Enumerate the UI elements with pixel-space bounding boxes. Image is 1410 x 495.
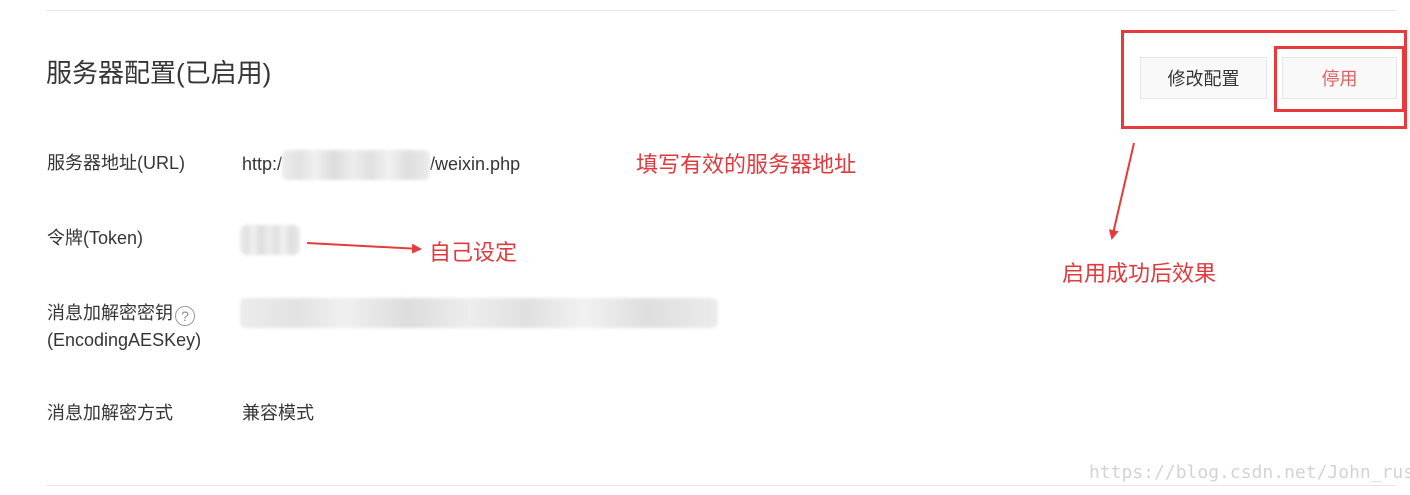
aes-key-label-line2: (EncodingAESKey): [47, 330, 202, 350]
enabled-annotation: 启用成功后效果: [1062, 262, 1217, 287]
token-annotation: 自己设定: [429, 241, 518, 266]
aes-key-label-line1: 消息加解密密钥?: [47, 300, 195, 326]
aes-key-label-text: 消息加解密密钥: [47, 303, 173, 323]
encrypt-mode-label: 消息加解密方式: [47, 403, 173, 423]
aes-key-value: [240, 298, 718, 328]
url-redacted-blur: [282, 150, 431, 180]
server-config-page: 服务器配置(已启用) 修改配置 停用 服务器地址(URL) http://wei…: [0, 0, 1410, 495]
token-arrow: [306, 242, 422, 254]
token-value: [240, 225, 300, 255]
token-label: 令牌(Token): [47, 228, 144, 248]
url-value-prefix: http:/: [242, 153, 283, 174]
aes-key-redacted-blur: [240, 298, 718, 328]
url-value-suffix: /weixin.php: [430, 153, 521, 174]
enabled-arrow: [1108, 142, 1135, 240]
url-annotation: 填写有效的服务器地址: [636, 153, 857, 178]
bottom-divider: [46, 485, 1396, 486]
url-label: 服务器地址(URL): [47, 153, 185, 173]
url-value: http:/ /weixin.php: [242, 150, 520, 180]
section-title: 服务器配置(已启用): [46, 58, 272, 88]
encrypt-mode-value: 兼容模式: [242, 403, 314, 423]
annotation-box-disable-button: [1274, 46, 1405, 112]
question-circle-icon[interactable]: ?: [175, 306, 195, 326]
watermark: https://blog.csdn.net/John_rush: [1089, 462, 1410, 483]
token-redacted-blur: [240, 225, 300, 255]
top-divider: [46, 10, 1396, 11]
